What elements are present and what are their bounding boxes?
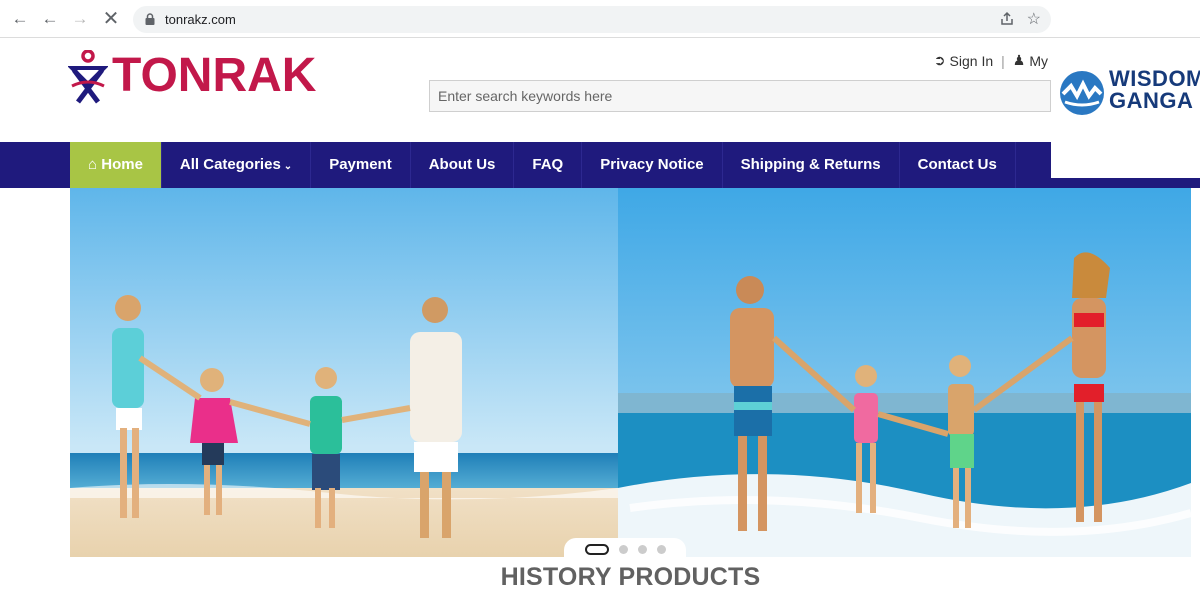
nav-label-all-categories: All Categories: [179, 156, 281, 173]
slider-dot-3[interactable]: [637, 544, 647, 554]
slider-pagination: [564, 538, 686, 560]
sign-in-icon: ➲: [933, 52, 946, 68]
stop-loading-icon[interactable]: ✕: [101, 9, 121, 29]
watermark-line-1: WISDOM: [1109, 66, 1200, 91]
share-icon[interactable]: [999, 11, 1015, 27]
account-links: ➲ Sign In | ♟ My: [934, 52, 1048, 69]
wave-logo-icon: [1060, 71, 1104, 115]
nav-label-contact-us: Contact Us: [917, 156, 997, 173]
forward-arrow-icon[interactable]: →: [70, 9, 90, 29]
sign-in-link[interactable]: ➲ Sign In: [934, 52, 993, 69]
back-arrow-icon[interactable]: ←: [10, 9, 30, 29]
hero-slider[interactable]: [70, 188, 1191, 557]
watermark-line-2: GANGA: [1109, 88, 1194, 113]
logo-text: TONRAK: [112, 49, 317, 102]
nav-item-shipping-returns[interactable]: Shipping & Returns: [723, 142, 900, 188]
nav-item-privacy-notice[interactable]: Privacy Notice: [582, 142, 723, 188]
navigation-extension: [1051, 178, 1200, 188]
nav-label-privacy-notice: Privacy Notice: [600, 156, 704, 173]
sign-in-label: Sign In: [949, 52, 994, 69]
slider-dot-4[interactable]: [656, 544, 666, 554]
nav-item-about-us[interactable]: About Us: [411, 142, 515, 188]
user-icon: ♟: [1012, 52, 1026, 68]
bookmark-star-icon[interactable]: ☆: [1027, 9, 1041, 29]
nav-item-home[interactable]: ⌂ Home: [70, 142, 162, 188]
slider-dot-1[interactable]: [584, 543, 609, 555]
slider-dot-2[interactable]: [618, 544, 628, 554]
nav-label-about-us: About Us: [428, 156, 496, 173]
back-history-icon[interactable]: ←: [40, 9, 60, 29]
watermark-logo: WISDOM GANGA: [1051, 38, 1200, 178]
my-account-label: My: [1029, 52, 1048, 69]
address-bar[interactable]: tonrakz.com ☆: [133, 6, 1051, 33]
browser-toolbar: ← ← → ✕ tonrakz.com ☆: [0, 0, 1200, 38]
nav-label-home: Home: [101, 156, 143, 173]
nav-label-shipping-returns: Shipping & Returns: [740, 156, 881, 173]
nav-item-payment[interactable]: Payment: [311, 142, 411, 188]
url-text: tonrakz.com: [165, 12, 236, 27]
account-separator: |: [1001, 52, 1005, 69]
home-icon: ⌂: [88, 156, 98, 173]
watermark-text: WISDOM GANGA: [1109, 68, 1200, 112]
search-input[interactable]: [429, 80, 1051, 112]
nav-item-contact-us[interactable]: Contact Us: [900, 142, 1016, 188]
lock-icon: [145, 13, 155, 25]
nav-label-payment: Payment: [329, 156, 392, 173]
nav-item-faq[interactable]: FAQ: [514, 142, 583, 188]
nav-item-all-categories[interactable]: All Categories ⌄: [162, 142, 312, 188]
my-account-link[interactable]: ♟ My: [1013, 52, 1048, 69]
section-title: HISTORY PRODUCTS: [500, 563, 761, 591]
chevron-down-icon: ⌄: [283, 161, 293, 172]
main-navigation: ⌂ Home All Categories ⌄ Payment About Us …: [0, 142, 1051, 188]
logo-mark-icon: [68, 50, 108, 104]
hero-banner-image: [70, 188, 1191, 557]
nav-label-faq: FAQ: [532, 156, 564, 173]
